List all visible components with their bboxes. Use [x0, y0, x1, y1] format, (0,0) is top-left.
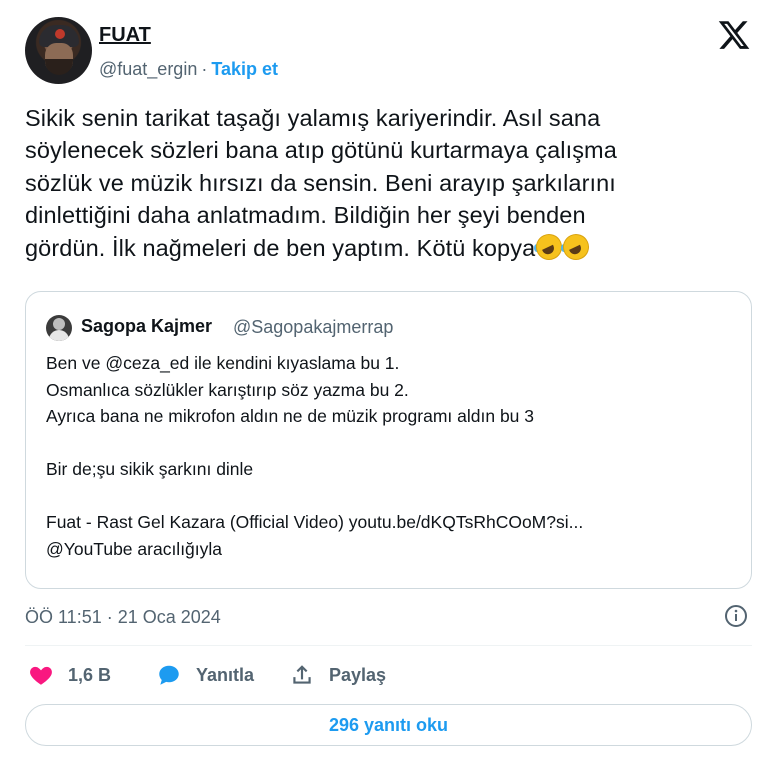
tweet-timestamp[interactable]: ÖÖ 11:51 · 21 Oca 2024 — [25, 607, 221, 628]
author-avatar[interactable] — [25, 17, 92, 84]
share-icon — [293, 665, 311, 684]
share-button[interactable]: Paylaş — [289, 660, 386, 690]
divider — [25, 645, 752, 646]
tweet-line: söylenecek sözleri bana atıp götünü kurt… — [25, 137, 617, 164]
quoted-line — [46, 483, 736, 510]
heart-icon — [30, 666, 52, 685]
action-bar: 1,6 B Yanıtla Paylaş — [25, 660, 752, 690]
quoted-line: Fuat - Rast Gel Kazara (Official Video) … — [46, 512, 584, 532]
quoted-author-name: Sagopa Kajmer — [81, 316, 213, 336]
tweet-line: dinlettiğini daha anlatmadım. Bildiğin h… — [25, 202, 586, 229]
quoted-line: @YouTube aracılığıyla — [46, 538, 223, 559]
quoted-line: Ben ve @ceza_ed ile kendini kıyaslama bu… — [46, 353, 400, 373]
quoted-line: Ayrıca bana ne mikrofon aldın ne de müzi… — [46, 406, 535, 426]
tweet-text: Sikik senin tarikat taşağı yalamış kariy… — [25, 102, 750, 264]
like-button[interactable]: 1,6 B — [28, 660, 111, 690]
like-count: 1,6 B — [68, 664, 112, 685]
tweet-line: Sikik senin tarikat taşağı yalamış kariy… — [25, 105, 601, 131]
avatar-beard — [45, 59, 73, 75]
author-handle[interactable]: @fuat_ergin — [99, 59, 197, 79]
quoted-line — [46, 430, 736, 457]
tweet-line-text: gördün. İlk nağmeleri de ben yaptım. Köt… — [25, 234, 536, 261]
tweet-line: sözlük ve müzik hırsızı da sensin. Beni … — [25, 169, 616, 196]
follow-button[interactable]: Takip et — [211, 59, 278, 79]
read-replies-button[interactable]: 296 yanıtı oku — [25, 704, 752, 746]
author-handle-row: @fuat_ergin · Takip et — [99, 59, 278, 80]
avatar-cap-mark — [55, 29, 65, 39]
rolling-on-floor-laughing-icon — [558, 229, 594, 264]
reply-bubble-icon — [159, 665, 179, 685]
rolling-on-floor-laughing-icon — [531, 229, 567, 264]
quoted-author-avatar — [46, 315, 72, 341]
quoted-line: Bir de;şu sikik şarkını dinle — [46, 459, 254, 479]
separator-dot: · — [201, 59, 208, 79]
reply-label: Yanıtla — [196, 664, 255, 685]
reply-button[interactable]: Yanıtla — [156, 660, 254, 690]
quoted-author-handle: @Sagopakajmerrap — [233, 317, 394, 337]
quoted-tweet[interactable]: Sagopa Kajmer @Sagopakajmerrap Ben ve @c… — [25, 291, 752, 589]
share-label: Paylaş — [329, 664, 387, 685]
x-logo-icon[interactable] — [716, 18, 752, 52]
quoted-text: Ben ve @ceza_ed ile kendini kıyaslama bu… — [46, 350, 736, 562]
tweet-line-last: gördün. İlk nağmeleri de ben yaptım. Köt… — [25, 229, 750, 264]
author-name[interactable]: FUAT — [99, 24, 151, 47]
tweet-card: FUAT @fuat_ergin · Takip et Sikik senin ta… — [0, 0, 772, 762]
quoted-line: Osmanlıca sözlükler karıştırıp söz yazma… — [46, 379, 409, 400]
info-icon[interactable] — [724, 604, 748, 628]
